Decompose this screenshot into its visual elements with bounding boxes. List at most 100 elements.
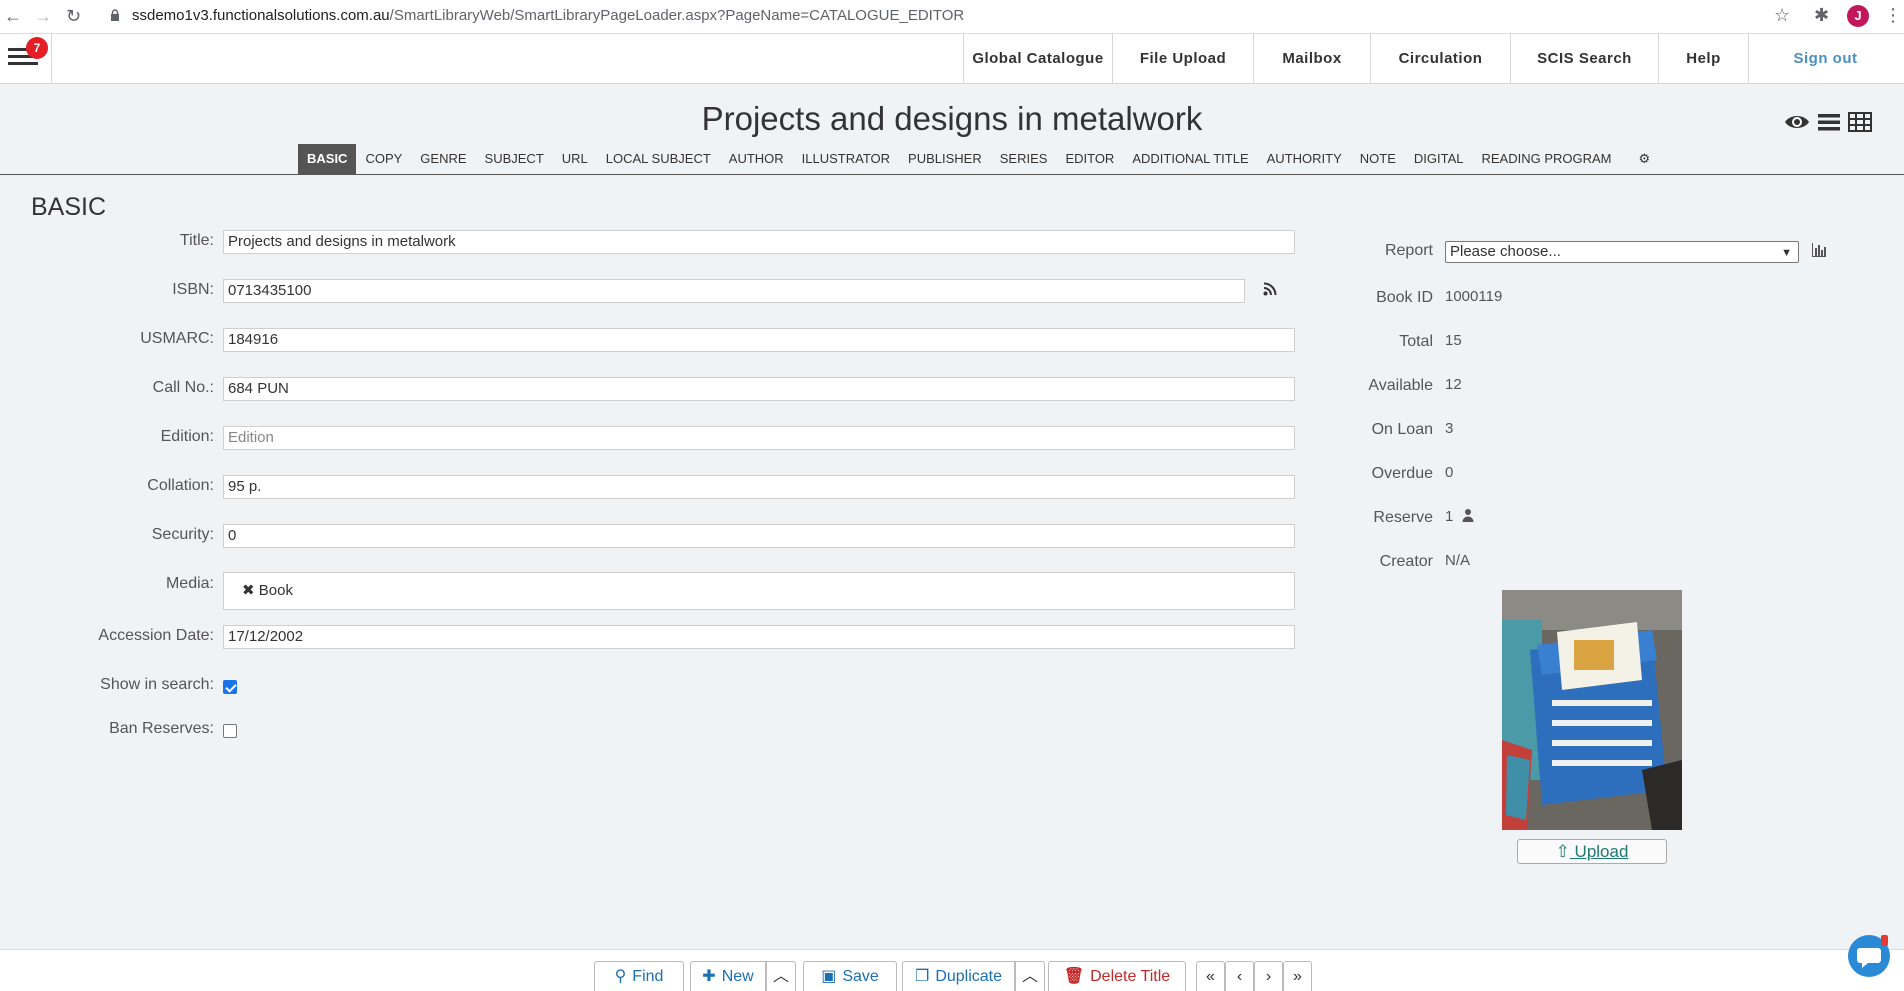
tab-basic[interactable]: BASIC xyxy=(298,144,357,174)
url-path: /SmartLibraryWeb/SmartLibraryPageLoader.… xyxy=(389,7,965,24)
save-icon: ▣ xyxy=(821,968,837,985)
duplicate-button[interactable]: ❐ Duplicate xyxy=(902,961,1015,991)
star-icon[interactable]: ☆ xyxy=(1774,5,1790,26)
book-cover-image xyxy=(1502,590,1682,830)
duplicate-options-button[interactable]: ︿ xyxy=(1015,961,1045,991)
eye-icon[interactable] xyxy=(1784,110,1810,134)
user-icon[interactable] xyxy=(1462,508,1474,522)
list-view-icon[interactable] xyxy=(1818,110,1840,134)
tab-editor[interactable]: EDITOR xyxy=(1056,144,1123,174)
tab-digital[interactable]: DIGITAL xyxy=(1405,144,1473,174)
tab-local-subject[interactable]: LOCAL SUBJECT xyxy=(597,144,720,174)
view-toggle xyxy=(1784,110,1872,134)
editor-tabs: BASIC COPY GENRE SUBJECT URL LOCAL SUBJE… xyxy=(298,144,1659,174)
find-label: Find xyxy=(632,968,664,985)
tab-genre[interactable]: GENRE xyxy=(411,144,475,174)
double-chevron-left-icon: « xyxy=(1206,968,1215,985)
plus-icon: ✚ xyxy=(702,968,716,985)
menu-kebab-icon[interactable]: ⋮ xyxy=(1884,5,1902,26)
tab-note[interactable]: NOTE xyxy=(1351,144,1405,174)
back-icon[interactable]: ← xyxy=(4,6,22,27)
creator-value: N/A xyxy=(1445,552,1471,569)
on-loan-label: On Loan xyxy=(1371,421,1433,438)
book-cover-photo xyxy=(1502,590,1682,830)
show-in-search-checkbox[interactable] xyxy=(223,680,237,694)
tab-illustrator[interactable]: ILLUSTRATOR xyxy=(793,144,899,174)
menu-global-catalogue[interactable]: Global Catalogue xyxy=(963,34,1112,83)
usmarc-label: USMARC: xyxy=(140,330,214,347)
report-select[interactable]: Please choose... ▼ xyxy=(1445,241,1799,263)
forward-icon[interactable]: → xyxy=(34,6,52,27)
overdue-value: 0 xyxy=(1445,464,1454,481)
find-button[interactable]: ⚲ Find xyxy=(594,961,684,991)
menu-circulation[interactable]: Circulation xyxy=(1370,34,1510,83)
new-button[interactable]: ✚ New xyxy=(690,961,766,991)
security-field[interactable]: 0 xyxy=(223,524,1295,548)
tab-publisher[interactable]: PUBLISHER xyxy=(899,144,991,174)
tab-series[interactable]: SERIES xyxy=(991,144,1057,174)
book-id-label: Book ID xyxy=(1376,289,1433,306)
overdue-label: Overdue xyxy=(1371,465,1433,482)
menu-help[interactable]: Help xyxy=(1658,34,1748,83)
last-record-button[interactable]: » xyxy=(1283,961,1312,991)
address-bar[interactable]: ssdemo1v3.functionalsolutions.com.au/Sma… xyxy=(132,7,964,24)
app-header: 7 Global Catalogue File Upload Mailbox C… xyxy=(0,34,1904,84)
ban-reserves-checkbox[interactable] xyxy=(223,724,237,738)
isbn-field[interactable]: 0713435100 xyxy=(223,279,1245,303)
edition-field[interactable]: Edition xyxy=(223,426,1295,450)
tab-additional-title[interactable]: ADDITIONAL TITLE xyxy=(1123,144,1257,174)
sign-out-link[interactable]: Sign out xyxy=(1748,34,1902,83)
extensions-icon[interactable]: ✱ xyxy=(1814,5,1829,26)
call-no-field[interactable]: 684 PUN xyxy=(223,377,1295,401)
tabs-divider xyxy=(0,174,1904,175)
hamburger-icon-bar xyxy=(8,62,38,65)
reserve-label: Reserve xyxy=(1373,509,1433,526)
show-in-search-label: Show in search: xyxy=(100,676,214,693)
grid-view-icon[interactable] xyxy=(1848,110,1872,134)
tab-url[interactable]: URL xyxy=(553,144,597,174)
previous-record-button[interactable]: ‹ xyxy=(1225,961,1254,991)
collation-field[interactable]: 95 p. xyxy=(223,475,1295,499)
tab-author[interactable]: AUTHOR xyxy=(720,144,793,174)
chevron-up-icon: ︿ xyxy=(1021,968,1038,985)
accession-date-field[interactable]: 17/12/2002 xyxy=(223,625,1295,649)
tab-authority[interactable]: AUTHORITY xyxy=(1258,144,1351,174)
chat-widget-button[interactable] xyxy=(1848,935,1890,977)
report-select-value: Please choose... xyxy=(1450,243,1561,260)
usmarc-field[interactable]: 184916 xyxy=(223,328,1295,352)
lock-icon xyxy=(111,9,119,21)
section-title: BASIC xyxy=(31,193,107,221)
bar-chart-icon[interactable] xyxy=(1811,242,1827,258)
chevron-left-icon: ‹ xyxy=(1236,968,1243,985)
next-record-button[interactable]: › xyxy=(1254,961,1283,991)
menu-mailbox[interactable]: Mailbox xyxy=(1253,34,1370,83)
new-options-button[interactable]: ︿ xyxy=(766,961,796,991)
duplicate-label: Duplicate xyxy=(935,968,1003,985)
tab-subject[interactable]: SUBJECT xyxy=(476,144,553,174)
reload-icon[interactable]: ↻ xyxy=(66,6,81,27)
profile-avatar[interactable]: J xyxy=(1847,5,1869,27)
search-icon: ⚲ xyxy=(614,968,627,985)
first-record-button[interactable]: « xyxy=(1196,961,1225,991)
tab-copy[interactable]: COPY xyxy=(356,144,411,174)
bottom-toolbar: ⚲ Find ✚ New ︿ ▣ Save ❐ Duplicate ︿ 🗑 Delete … xyxy=(0,949,1904,991)
rss-icon[interactable] xyxy=(1263,282,1277,296)
remove-tag-icon[interactable]: ✖ xyxy=(242,582,255,599)
delete-title-button[interactable]: 🗑 Delete Title xyxy=(1048,961,1186,991)
gear-icon[interactable]: ⚙ xyxy=(1621,144,1660,174)
media-multiselect[interactable]: ✖ Book xyxy=(223,572,1295,610)
save-label: Save xyxy=(842,968,879,985)
media-tag[interactable]: ✖ Book xyxy=(242,581,293,599)
title-field[interactable]: Projects and designs in metalwork xyxy=(223,230,1295,254)
upload-button[interactable]: ⇧ Upload xyxy=(1517,839,1667,864)
chevron-up-icon: ︿ xyxy=(772,968,789,985)
hamburger-menu-button[interactable]: 7 xyxy=(0,34,52,83)
notification-badge: 7 xyxy=(26,37,48,59)
copy-icon: ❐ xyxy=(914,968,930,985)
menu-file-upload[interactable]: File Upload xyxy=(1112,34,1253,83)
ban-reserves-label: Ban Reserves: xyxy=(109,720,214,737)
chevron-down-icon: ▼ xyxy=(1781,247,1792,259)
tab-reading-program[interactable]: READING PROGRAM xyxy=(1473,144,1621,174)
save-button[interactable]: ▣ Save xyxy=(803,961,897,991)
menu-scis-search[interactable]: SCIS Search xyxy=(1510,34,1658,83)
